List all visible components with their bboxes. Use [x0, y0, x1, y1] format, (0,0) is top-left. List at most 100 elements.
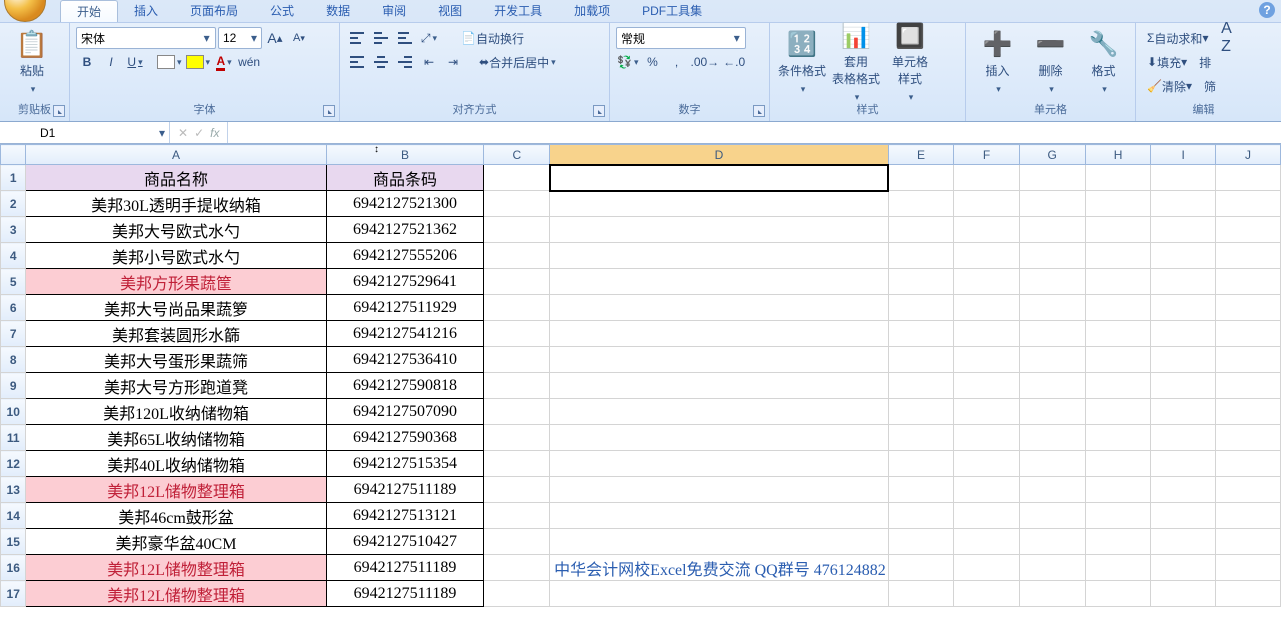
cell-H17[interactable]	[1085, 581, 1151, 607]
cell-C12[interactable]	[484, 451, 550, 477]
row-header-6[interactable]: 6	[1, 295, 26, 321]
cell-D2[interactable]	[550, 191, 889, 217]
cell-J1[interactable]	[1215, 165, 1280, 191]
cell-G5[interactable]	[1019, 269, 1085, 295]
cell-G14[interactable]	[1019, 503, 1085, 529]
cell-C16[interactable]	[484, 555, 550, 581]
row-header-12[interactable]: 12	[1, 451, 26, 477]
cell-F8[interactable]	[954, 347, 1019, 373]
cell-F11[interactable]	[954, 425, 1019, 451]
cell-E1[interactable]	[888, 165, 954, 191]
cell-H5[interactable]	[1085, 269, 1151, 295]
align-bottom-button[interactable]	[394, 27, 416, 49]
tab-审阅[interactable]: 审阅	[366, 0, 422, 22]
cancel-icon[interactable]: ✕	[178, 126, 188, 140]
cell-H16[interactable]	[1085, 555, 1151, 581]
cell-J2[interactable]	[1215, 191, 1280, 217]
row-header-4[interactable]: 4	[1, 243, 26, 269]
cell-I5[interactable]	[1151, 269, 1215, 295]
cell-I8[interactable]	[1151, 347, 1215, 373]
align-right-button[interactable]	[394, 51, 416, 73]
cell-C5[interactable]	[484, 269, 550, 295]
cell-J8[interactable]	[1215, 347, 1280, 373]
cell-I15[interactable]	[1151, 529, 1215, 555]
row-header-1[interactable]: 1	[1, 165, 26, 191]
cell-E4[interactable]	[888, 243, 954, 269]
underline-button[interactable]: U	[124, 51, 146, 73]
cell-J6[interactable]	[1215, 295, 1280, 321]
select-all-corner[interactable]	[1, 145, 26, 165]
fill-button[interactable]: ⬇ 填充 ▾	[1142, 51, 1192, 73]
cell-H4[interactable]	[1085, 243, 1151, 269]
cell-A14[interactable]: 美邦46cm鼓形盆	[26, 503, 326, 529]
cell-H12[interactable]	[1085, 451, 1151, 477]
cell-D5[interactable]	[550, 269, 889, 295]
align-middle-button[interactable]	[370, 27, 392, 49]
cell-A13[interactable]: 美邦12L储物整理箱	[26, 477, 326, 503]
row-header-2[interactable]: 2	[1, 191, 26, 217]
shrink-font-button[interactable]: A▾	[288, 27, 310, 49]
percent-button[interactable]: %	[641, 51, 663, 73]
row-header-14[interactable]: 14	[1, 503, 26, 529]
phonetic-button[interactable]: wén	[237, 51, 261, 73]
cell-B11[interactable]: 6942127590368	[326, 425, 484, 451]
cell-H6[interactable]	[1085, 295, 1151, 321]
cell-A16[interactable]: 美邦12L储物整理箱	[26, 555, 326, 581]
cell-B15[interactable]: 6942127510427	[326, 529, 484, 555]
cell-A15[interactable]: 美邦豪华盆40CM	[26, 529, 326, 555]
cell-C11[interactable]	[484, 425, 550, 451]
tab-加载项[interactable]: 加载项	[558, 0, 626, 22]
cell-J12[interactable]	[1215, 451, 1280, 477]
decrease-decimal-button[interactable]: ←.0	[722, 51, 746, 73]
cell-A4[interactable]: 美邦小号欧式水勺	[26, 243, 326, 269]
cell-B2[interactable]: 6942127521300	[326, 191, 484, 217]
cell-D9[interactable]	[550, 373, 889, 399]
cell-G4[interactable]	[1019, 243, 1085, 269]
cell-J3[interactable]	[1215, 217, 1280, 243]
cell-D15[interactable]	[550, 529, 889, 555]
cell-I13[interactable]	[1151, 477, 1215, 503]
tab-开始[interactable]: 开始	[60, 0, 118, 22]
cell-E11[interactable]	[888, 425, 954, 451]
cell-G10[interactable]	[1019, 399, 1085, 425]
cell-C7[interactable]	[484, 321, 550, 347]
merge-center-button[interactable]: ⬌ 合并后居中	[472, 51, 563, 73]
cell-D12[interactable]	[550, 451, 889, 477]
cell-F10[interactable]	[954, 399, 1019, 425]
bold-button[interactable]: B	[76, 51, 98, 73]
col-header-F[interactable]: F	[954, 145, 1019, 165]
row-header-17[interactable]: 17	[1, 581, 26, 607]
cell-F15[interactable]	[954, 529, 1019, 555]
align-center-button[interactable]	[370, 51, 392, 73]
clear-button[interactable]: 🧹 清除 ▾	[1142, 75, 1197, 97]
clipboard-launcher[interactable]	[53, 105, 65, 117]
cell-F9[interactable]	[954, 373, 1019, 399]
cell-E12[interactable]	[888, 451, 954, 477]
cell-F17[interactable]	[954, 581, 1019, 607]
grow-font-button[interactable]: A▴	[264, 27, 286, 49]
cell-A17[interactable]: 美邦12L储物整理箱	[26, 581, 326, 607]
cell-H14[interactable]	[1085, 503, 1151, 529]
cell-F2[interactable]	[954, 191, 1019, 217]
font-name-combo[interactable]: ▾	[76, 27, 216, 49]
fx-icon[interactable]: fx	[210, 126, 219, 140]
cell-G7[interactable]	[1019, 321, 1085, 347]
cell-B9[interactable]: 6942127590818	[326, 373, 484, 399]
cell-E14[interactable]	[888, 503, 954, 529]
cell-H15[interactable]	[1085, 529, 1151, 555]
cell-A12[interactable]: 美邦40L收纳储物箱	[26, 451, 326, 477]
worksheet[interactable]: ↕ ABCDEFGHIJ1商品名称商品条码2美邦30L透明手提收纳箱694212…	[0, 144, 1281, 630]
font-size-combo[interactable]: ▾	[218, 27, 262, 49]
cell-A2[interactable]: 美邦30L透明手提收纳箱	[26, 191, 326, 217]
cell-J5[interactable]	[1215, 269, 1280, 295]
cell-H7[interactable]	[1085, 321, 1151, 347]
cell-H2[interactable]	[1085, 191, 1151, 217]
tab-插入[interactable]: 插入	[118, 0, 174, 22]
cell-D6[interactable]	[550, 295, 889, 321]
row-header-3[interactable]: 3	[1, 217, 26, 243]
cell-B12[interactable]: 6942127515354	[326, 451, 484, 477]
comma-button[interactable]: ,	[665, 51, 687, 73]
chevron-down-icon[interactable]: ▾	[249, 31, 259, 45]
cell-A10[interactable]: 美邦120L收纳储物箱	[26, 399, 326, 425]
cell-B4[interactable]: 6942127555206	[326, 243, 484, 269]
